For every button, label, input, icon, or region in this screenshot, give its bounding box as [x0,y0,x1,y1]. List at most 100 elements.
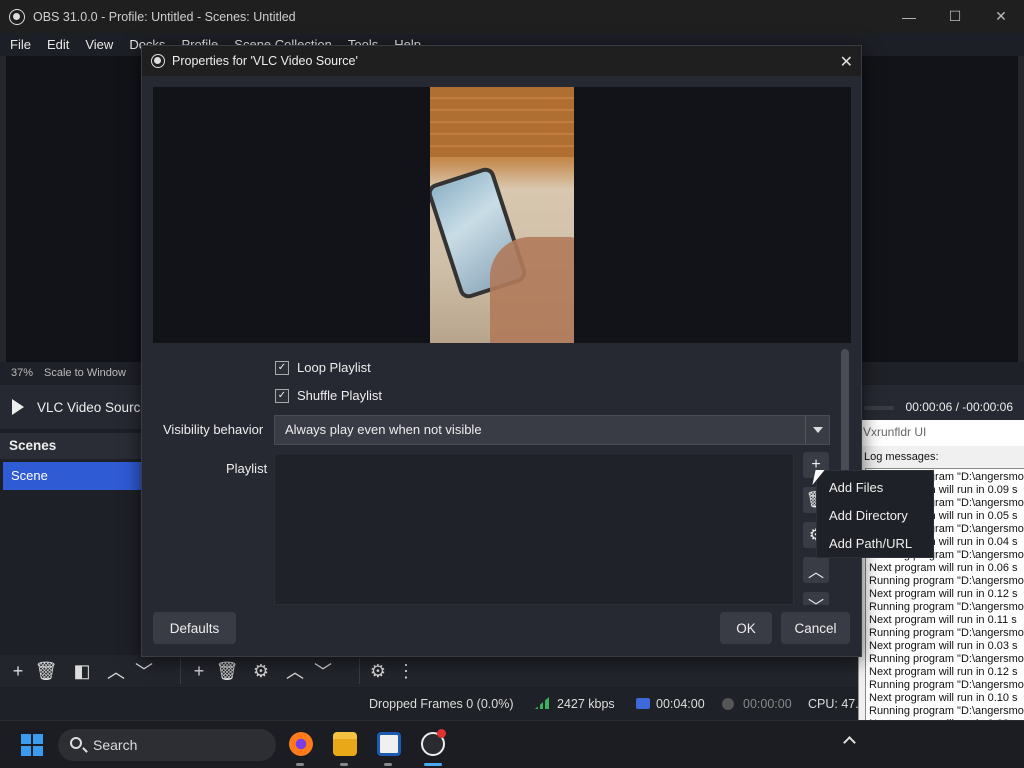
source-properties-gear-icon[interactable]: ⚙ [247,657,275,685]
remaining-time: -00:00:06 [962,400,1013,414]
title-bar: OBS 31.0.0 - Profile: Untitled - Scenes:… [0,0,1024,33]
obs-logo-icon [9,8,25,25]
loop-playlist-checkbox[interactable]: ✓ Loop Playlist [275,360,371,375]
close-icon[interactable]: ✕ [978,0,1024,33]
network-bars-icon [535,697,549,711]
menu-item-add-files[interactable]: Add Files [817,474,933,502]
move-playlist-item-down-icon[interactable]: ﹀ [803,592,829,605]
checkbox-check-icon: ✓ [275,388,289,403]
dialog-title-bar: Properties for 'VLC Video Source' ✕ [142,46,861,76]
video-door-region [430,87,574,157]
scale-mode[interactable]: Scale to Window [44,367,126,379]
move-scene-down-icon[interactable]: ﹀ [130,657,158,685]
play-icon[interactable] [12,399,24,415]
record-time: 00:00:00 [743,697,792,711]
obs-logo-icon [151,54,165,68]
defaults-button[interactable]: Defaults [153,612,236,644]
stream-time: 00:04:00 [656,697,705,711]
log-messages-label: Log messages: [864,451,939,463]
recording-icon [722,697,734,711]
media-source-name: VLC Video Source [37,399,148,415]
audio-mixer-gear-icon[interactable]: ⚙ [364,657,392,685]
checkbox-check-icon: ✓ [275,360,289,375]
log-line: Next program will run in 0.12 s [869,666,1018,678]
maximize-icon[interactable]: ☐ [932,0,978,33]
playlist-list[interactable] [274,453,794,605]
log-line: Running program "D:\angersmor [869,705,1024,717]
remove-scene-icon[interactable]: 🗑 [32,657,60,685]
cancel-button[interactable]: Cancel [781,612,850,644]
menu-item-add-directory[interactable]: Add Directory [817,502,933,530]
obs-main-window: OBS 31.0.0 - Profile: Untitled - Scenes:… [0,0,1024,768]
active-indicator [424,763,442,766]
menu-edit[interactable]: Edit [39,37,77,52]
shuffle-playlist-label: Shuffle Playlist [297,388,383,403]
add-scene-icon[interactable]: + [4,657,32,685]
log-line: Next program will run in 0.11 s [869,614,1017,626]
shuffle-playlist-checkbox[interactable]: ✓ Shuffle Playlist [275,388,382,403]
add-source-icon[interactable]: + [185,657,213,685]
log-line: Next program will run in 0.06 s [869,562,1018,574]
running-indicator [340,763,348,766]
log-line: Next program will run in 0.10 s [869,692,1018,704]
remove-source-icon[interactable]: 🗑 [213,657,241,685]
bitrate: 2427 kbps [557,697,615,711]
streaming-icon [636,697,650,711]
visibility-behavior-label: Visibility behavior [163,422,264,437]
windows-taskbar: Search [0,720,1024,768]
elapsed-time: 00:00:06 [905,400,953,414]
log-line: Next program will run in 0.03 s [869,640,1018,652]
minimize-icon[interactable]: — [886,0,932,33]
app-window-icon[interactable] [377,732,401,756]
zoom-level: 37% [11,367,34,379]
more-options-icon[interactable]: ⋮ [392,657,420,685]
move-source-up-icon[interactable]: ︿ [281,657,309,685]
menu-item-add-path-url[interactable]: Add Path/URL [817,530,933,558]
add-playlist-context-menu: Add Files Add Directory Add Path/URL [816,470,934,558]
video-hand-region [490,237,574,343]
log-line: Running program "D:\angersmor [869,627,1024,639]
log-line: Running program "D:\angersmor [869,653,1024,665]
menu-file[interactable]: File [2,37,39,52]
search-placeholder: Search [93,737,138,753]
file-explorer-icon[interactable] [333,732,357,756]
window-controls: — ☐ ✕ [886,0,1024,33]
scene-filters-icon[interactable]: ◧ [68,657,96,685]
dialog-close-icon[interactable]: ✕ [840,52,853,72]
ok-button[interactable]: OK [720,612,772,644]
log-line: Running program "D:\angersmor [869,575,1024,587]
firefox-icon[interactable] [289,732,313,756]
search-icon [70,737,82,749]
video-frame [430,87,574,343]
dropped-frames: Dropped Frames 0 (0.0%) [369,697,514,711]
move-playlist-item-up-icon[interactable]: ︿ [803,557,829,583]
scene-item[interactable]: Scene [3,462,142,490]
loop-playlist-label: Loop Playlist [297,360,371,375]
dialog-preview [153,87,851,343]
scenes-dock-title: Scenes [0,433,145,459]
visibility-behavior-value: Always play even when not visible [285,422,482,437]
windows-start-icon[interactable] [21,734,43,756]
visibility-behavior-select[interactable]: Always play even when not visible [274,415,830,445]
notification-badge [437,729,446,738]
menu-view[interactable]: View [77,37,121,52]
properties-panel: ✓ Loop Playlist ✓ Shuffle Playlist Visib… [153,343,851,605]
properties-dialog: Properties for 'VLC Video Source' ✕ ✓ Lo… [141,45,862,657]
media-time: 00:00:06 / -00:00:06 [906,400,1013,414]
seek-slider[interactable] [864,406,894,410]
taskbar-search[interactable]: Search [58,729,276,761]
dialog-title: Properties for 'VLC Video Source' [172,54,358,68]
running-indicator [296,763,304,766]
move-source-down-icon[interactable]: ﹀ [309,657,337,685]
tray-chevron-up-icon[interactable] [843,736,856,749]
toolbar-separator [180,658,181,684]
running-indicator [384,763,392,766]
chevron-down-icon [805,416,829,444]
move-scene-up-icon[interactable]: ︿ [102,657,130,685]
log-line: Running program "D:\angersmor [869,679,1024,691]
log-window-title: Vxrunfldr UI [859,420,1024,446]
scenes-list[interactable]: Scene [0,459,145,655]
playlist-label: Playlist [226,461,268,476]
log-line: Next program will run in 0.12 s [869,588,1018,600]
log-line: Running program "D:\angersmor [869,601,1024,613]
